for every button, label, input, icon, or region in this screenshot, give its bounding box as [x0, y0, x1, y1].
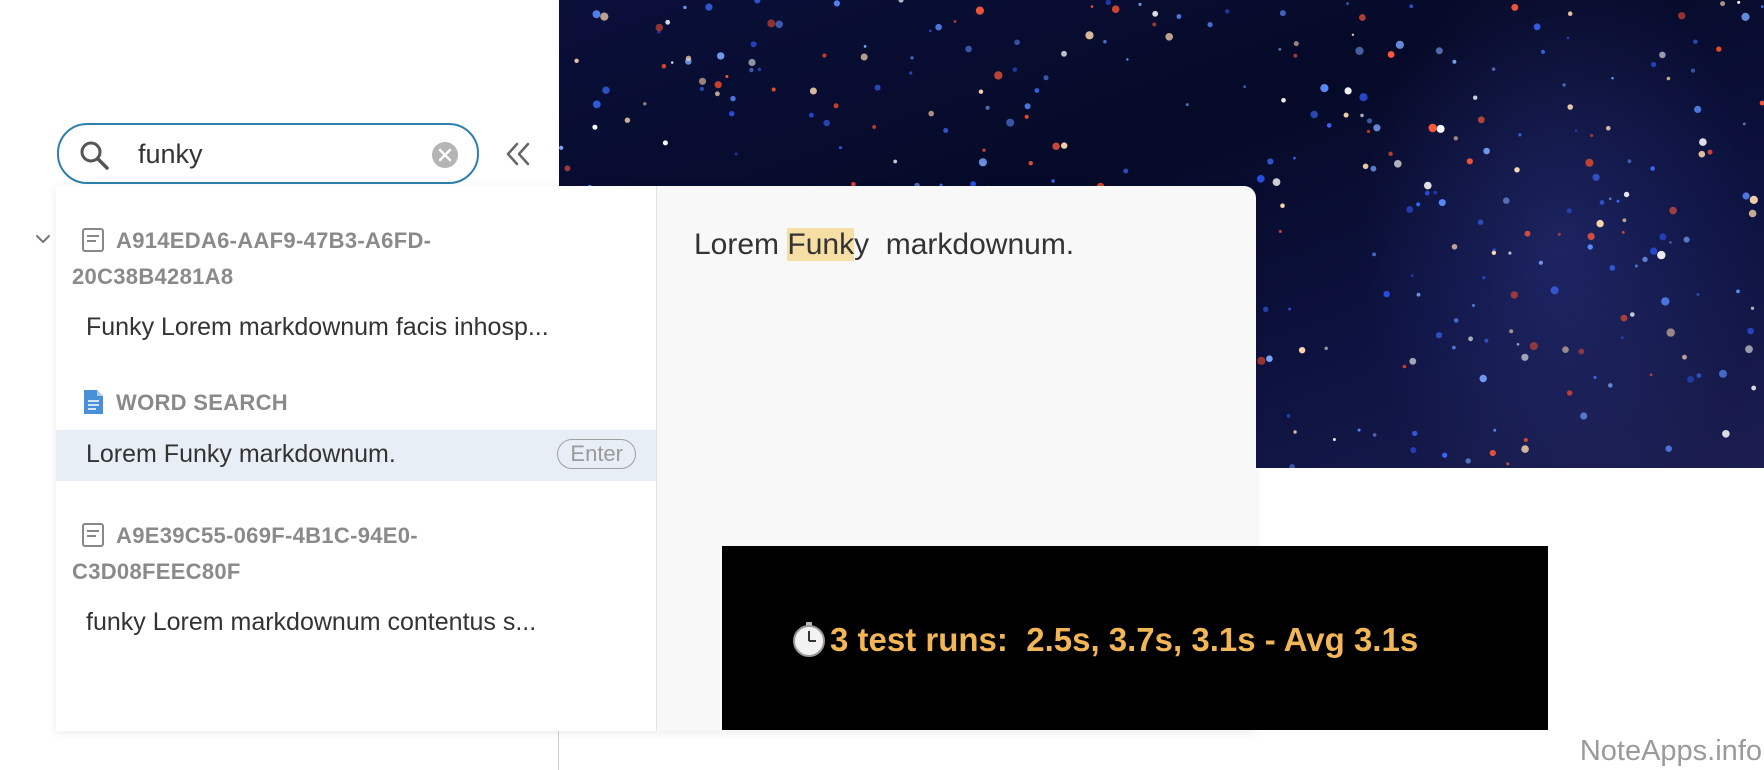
results-list: A914EDA6-AAF9-47B3-A6FD- 20C38B4281A8 Fun… [56, 186, 657, 731]
blue-document-icon [84, 390, 103, 414]
stopwatch-icon [793, 622, 825, 657]
benchmark-text: 3 test runs: 2.5s, 3.7s, 3.1s - Avg 3.1s [790, 620, 1418, 659]
preview-text: Lorem Funky markdownum. [694, 228, 1075, 261]
search-icon [80, 141, 109, 170]
result-group-title: A9E39C55-069F-4B1C-94E0- C3D08FEEC80F [72, 523, 418, 584]
result-item[interactable]: funky Lorem markdownum contentus s... [86, 608, 646, 637]
watermark: NoteApps.info [1579, 735, 1762, 767]
result-item[interactable]: Funky Lorem markdownum facis inhosp... [86, 313, 646, 342]
search-field[interactable]: funky [57, 123, 479, 184]
chevron-down-icon[interactable] [33, 229, 53, 249]
collapse-sidebar-icon[interactable] [503, 139, 533, 169]
document-outline-icon [82, 228, 104, 252]
result-group-title: A914EDA6-AAF9-47B3-A6FD- 20C38B4281A8 [72, 228, 432, 289]
sidebar-divider [558, 730, 559, 770]
selected-result-row[interactable]: Lorem Funky markdownum. Enter [56, 430, 656, 481]
word-search-header: WORD SEARCH [72, 385, 552, 421]
search-highlight: Funk [787, 228, 855, 261]
enter-key-badge: Enter [557, 439, 636, 469]
clear-search-icon[interactable] [431, 141, 459, 169]
document-outline-icon [82, 523, 104, 547]
benchmark-overlay: 3 test runs: 2.5s, 3.7s, 3.1s - Avg 3.1s [722, 546, 1548, 730]
search-input[interactable]: funky [138, 139, 203, 170]
